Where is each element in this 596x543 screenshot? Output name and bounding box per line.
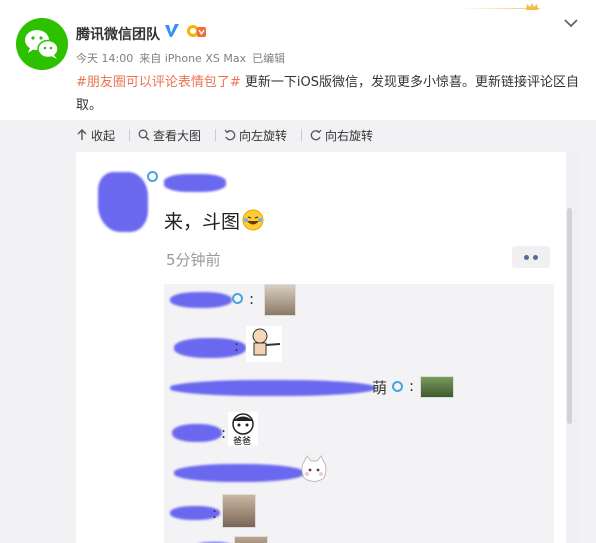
- chevron-down-icon[interactable]: [563, 18, 579, 28]
- post-text: #朋友圈可以评论表情包了# 更新一下iOS版微信，发现更多小惊喜。更新链接评论区…: [76, 71, 581, 117]
- post-time[interactable]: 今天 14:00: [76, 52, 133, 65]
- wechat-logo-icon: [25, 30, 59, 59]
- laughing-emoji-icon: [242, 209, 264, 231]
- status-icon: [392, 381, 403, 392]
- status-icon: [232, 293, 243, 304]
- toolbar-divider: [215, 129, 217, 141]
- redacted-commenter: [170, 380, 375, 396]
- collapse-icon: [77, 129, 87, 140]
- redacted-avatar: [98, 172, 148, 232]
- username[interactable]: 腾讯微信团队: [76, 24, 160, 44]
- screenshot-image[interactable]: 来，斗图 5分钟前 : : 萌 : : 爸爸:: [76, 152, 578, 543]
- more-dots-icon: [533, 255, 538, 260]
- crown-icon: [526, 3, 538, 10]
- image-toolbar: 收起 查看大图 向左旋转 向右旋转: [76, 125, 387, 145]
- rotate-right-label: 向右旋转: [325, 128, 374, 143]
- status-icon: [147, 171, 158, 182]
- zoom-icon: [138, 129, 150, 141]
- reply-colon: :: [409, 377, 415, 395]
- vip-icon: [187, 25, 206, 37]
- reply-colon: :: [221, 424, 227, 442]
- scrollbar[interactable]: [567, 208, 572, 424]
- comments-box: : : 萌 : : 爸爸:: [164, 284, 554, 543]
- post-source: 来自 iPhone XS Max: [139, 52, 247, 65]
- redacted-commenter: [172, 424, 222, 442]
- avatar[interactable]: [16, 18, 68, 70]
- sticker-caption: 爸爸: [233, 437, 252, 446]
- more-button[interactable]: [512, 246, 550, 268]
- redacted-commenter: [174, 464, 304, 482]
- rotate-left-icon: [224, 129, 236, 141]
- reply-sticker[interactable]: [298, 454, 330, 486]
- reply-image[interactable]: [264, 284, 296, 316]
- reply-image[interactable]: [234, 536, 268, 543]
- post-meta: 今天 14:00 来自 iPhone XS Max 已编辑: [76, 50, 291, 66]
- reply-image[interactable]: [420, 376, 454, 398]
- reply-colon: :: [234, 337, 240, 355]
- verified-icon: [165, 24, 179, 37]
- moment-text: 来，斗图: [164, 207, 264, 234]
- toolbar-divider: [129, 129, 131, 141]
- more-dots-icon: [524, 255, 529, 260]
- collapse-label: 收起: [91, 128, 116, 143]
- hashtag-link[interactable]: #朋友圈可以评论表情包了#: [76, 75, 241, 90]
- view-large-button[interactable]: 查看大图: [138, 127, 201, 144]
- reply-colon: :: [249, 290, 255, 308]
- reply-colon: :: [212, 504, 218, 522]
- redacted-commenter: [170, 292, 232, 308]
- rotate-right-icon: [310, 129, 322, 141]
- moments-card: 来，斗图 5分钟前 : : 萌 : : 爸爸:: [76, 152, 566, 543]
- time-ago: 5分钟前: [166, 251, 221, 269]
- sticker-figure-icon: [252, 328, 281, 356]
- toolbar-divider: [301, 129, 303, 141]
- reply-sticker[interactable]: 爸爸: [228, 412, 258, 446]
- cat-sticker-icon: [301, 455, 327, 482]
- redacted-name: [164, 174, 226, 192]
- rotate-right-button[interactable]: 向右旋转: [310, 127, 373, 144]
- view-large-label: 查看大图: [153, 128, 202, 143]
- reply-name-tail: 萌: [372, 379, 388, 397]
- reply-sticker[interactable]: [246, 326, 282, 362]
- collapse-button[interactable]: 收起: [76, 127, 115, 144]
- edited-label[interactable]: 已编辑: [252, 52, 285, 65]
- rotate-left-label: 向左旋转: [239, 128, 288, 143]
- rotate-left-button[interactable]: 向左旋转: [224, 127, 287, 144]
- reply-image[interactable]: [222, 494, 256, 528]
- moment-text-content: 来，斗图: [164, 211, 241, 233]
